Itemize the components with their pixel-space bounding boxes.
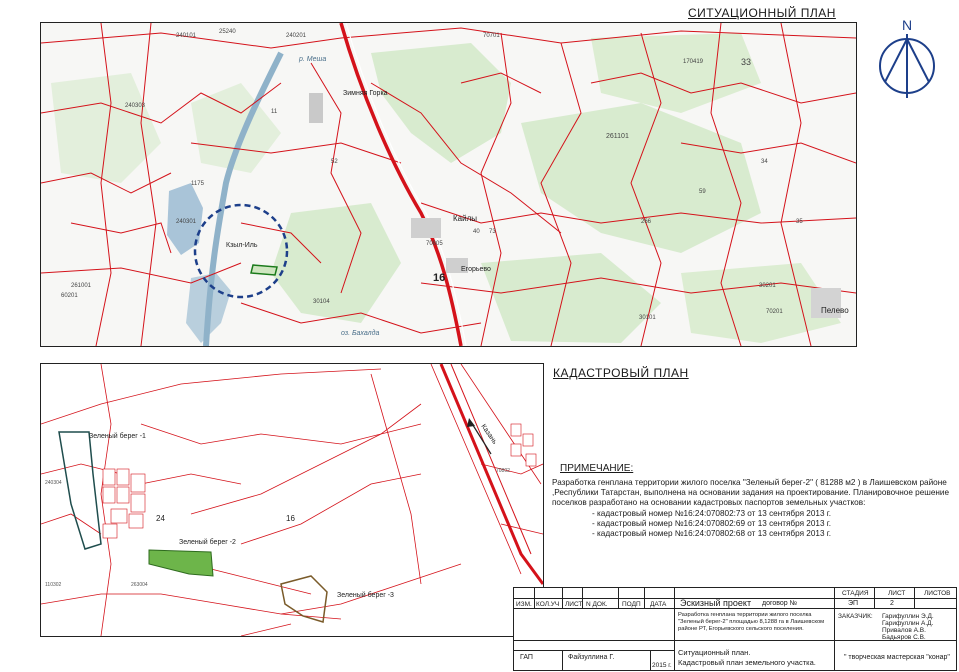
stamp-header-cell: ПОДП [622, 601, 641, 608]
stamp-header-cell: N ДОК. [586, 601, 608, 608]
sheet-title-2: Кадастровый план земельного участка. [678, 658, 816, 667]
north-arrow: N [876, 16, 938, 108]
title-block: ИЗМ. КОЛ.УЧ ЛИСТ N ДОК. ПОДП ДАТА Эскизн… [513, 587, 957, 671]
parcel-number: 30104 [313, 299, 330, 305]
parcel-number: 70201 [766, 309, 783, 315]
stamp-header-cell: ИЗМ. [516, 601, 532, 608]
customer-name: Привалов А.В. [882, 627, 926, 634]
project-description: Разработка генплана территории жилого по… [678, 612, 825, 632]
gap-name: Файзуллина Г. [568, 654, 615, 661]
year: 2015 г. [652, 662, 672, 669]
note-block: Разработка генплана территории жилого по… [552, 478, 952, 539]
parcel-number: 30201 [759, 283, 776, 289]
region-number: 24 [156, 514, 165, 523]
parcel-number: 240101 [176, 33, 197, 39]
parcel-number: 40 [473, 229, 480, 235]
parcel-number: 52 [331, 159, 338, 165]
cadastral-plan-title: КАДАСТРОВЫЙ ПЛАН [553, 366, 689, 380]
parcel-number: 25240 [219, 29, 236, 35]
plot-label: Зеленый берег -1 [89, 432, 146, 440]
customer-name: Гарифуллин Э.Д. [882, 613, 934, 620]
map-place-label: Егорьево [461, 266, 491, 273]
note-heading: ПРИМЕЧАНИЕ: [560, 463, 634, 474]
map-river-label: р. Меша [298, 56, 326, 63]
note-text: Разработка генплана территории жилого по… [552, 478, 950, 508]
note-item: - кадастровый номер №16:24:070802:68 от … [592, 529, 832, 539]
plot-label: Зеленый берег -3 [337, 591, 394, 599]
note-item: - кадастровый номер №16:24:070802:73 от … [592, 508, 832, 518]
stage-header: СТАДИЯ [842, 590, 869, 597]
stamp-header-cell: ДАТА [650, 601, 667, 608]
parcel-number: 1175 [191, 181, 205, 187]
gap-label: ГАП [520, 654, 533, 661]
map-place-label: Кзыл-Иль [226, 242, 258, 249]
parcel-number: 73 [489, 229, 496, 235]
parcel-number: 266 [641, 219, 652, 225]
region-number: 16 [286, 514, 295, 523]
cadastral-map-svg: Зеленый берег -1 Зеленый берег -2 Зелены… [41, 364, 543, 636]
plot-label: Зеленый берег -2 [179, 538, 236, 546]
parcel-number: 240201 [286, 33, 307, 39]
parcel-number: 34 [761, 159, 768, 165]
parcel-number: 261101 [606, 133, 629, 140]
sheet-header: ЛИСТ [888, 590, 906, 597]
parcel-number: 240301 [176, 219, 197, 225]
compass-icon: N [879, 17, 935, 98]
situational-plan-title: СИТУАЦИОННЫЙ ПЛАН [688, 6, 836, 20]
customer-name: Гарифуллин А.Д. [882, 620, 934, 627]
parcel-number: 70802 [496, 468, 510, 474]
contract-label: договор № [762, 600, 798, 607]
parcel-number: 60201 [61, 293, 78, 299]
parcel-number: 240303 [125, 103, 146, 109]
map-place-label: Пелево [821, 306, 849, 315]
map-place-label: Зимняя Горка [343, 90, 388, 97]
studio-name: " творческая мастерская "конар" [844, 654, 950, 661]
customer-name: Бадьяров С.В. [882, 634, 926, 641]
parcel-number: 70701 [483, 33, 500, 39]
note-item: - кадастровый номер №16:24:070802:69 от … [592, 518, 832, 528]
map-place-label: Кайлы [453, 214, 477, 223]
project-stage-title: Эскизный проект [680, 598, 752, 608]
parcel-number: 261001 [71, 283, 92, 289]
sheet-title-1: Ситуационный план. [678, 648, 751, 657]
customer-header: ЗАКАЗЧИК: [838, 613, 873, 620]
stamp-header-cell: КОЛ.УЧ [536, 601, 560, 608]
parcel-number: 170419 [683, 59, 704, 65]
parcel-number: 30101 [639, 315, 656, 321]
situational-map-svg: Зимняя Горка Кайлы Кзыл-Иль Егорьево Пел… [41, 23, 856, 346]
parcel-number: 110302 [45, 582, 62, 588]
cadastral-map[interactable]: Зеленый берег -1 Зеленый берег -2 Зелены… [40, 363, 544, 637]
sheets-header: ЛИСТОВ [924, 590, 951, 597]
parcel-number: 240304 [45, 480, 62, 486]
parcel-number: 70805 [426, 241, 443, 247]
sheet-value: 2 [890, 600, 894, 607]
parcel-number: 59 [699, 189, 706, 195]
situational-map[interactable]: Зимняя Горка Кайлы Кзыл-Иль Егорьево Пел… [40, 22, 857, 347]
map-region-number: 16 [433, 272, 445, 284]
stamp-header-cell: ЛИСТ [565, 601, 583, 608]
parcel-number: 263004 [131, 582, 148, 588]
map-river-label: оз. Бахалда [341, 329, 379, 337]
north-letter: N [902, 17, 912, 33]
stage-value: ЭП [848, 600, 859, 607]
parcel-number: 35 [796, 219, 803, 225]
parcel-number: 11 [271, 109, 278, 115]
parcel-number: 33 [741, 57, 751, 67]
